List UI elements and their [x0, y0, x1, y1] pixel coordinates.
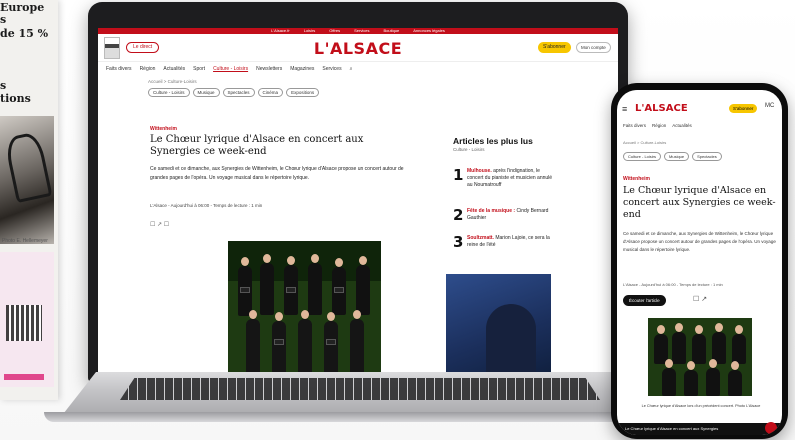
newspaper-photo-credit: Photo E. Hellemeyer: [2, 238, 48, 244]
menu-item[interactable]: Actualités: [163, 63, 185, 75]
menu-item[interactable]: Région: [140, 63, 156, 75]
topic-chip[interactable]: Spectacles: [692, 152, 722, 161]
laptop-keyboard: [120, 378, 600, 400]
singer-figure: [732, 325, 746, 364]
phone-site-logo[interactable]: L'ALSACE: [635, 103, 688, 114]
most-read-item[interactable]: 3 Soultzmatt. Marion Lajoie, ce sera la …: [453, 233, 563, 269]
phone-share-icons[interactable]: ☐ ↗: [693, 295, 707, 303]
topic-chip[interactable]: Spectacles: [222, 88, 255, 97]
article-photo[interactable]: [228, 241, 381, 374]
most-read-text: Soultzmatt. Marion Lajoie, ce sera la re…: [467, 235, 555, 249]
menu-item-active[interactable]: Culture - Loisirs: [213, 63, 248, 75]
share-icons[interactable]: ☐ ↗ ☐: [150, 221, 169, 228]
singer-figure: [728, 361, 742, 396]
menu-item[interactable]: Actualités: [672, 123, 692, 128]
singer-figure: [692, 325, 706, 364]
most-read-text: Mulhouse. après l'indignation, le concer…: [467, 168, 555, 189]
singer-figure: [324, 312, 338, 374]
music-folder: [240, 287, 250, 293]
most-read-kicker: Mulhouse.: [467, 168, 492, 174]
menu-item[interactable]: Services: [322, 63, 341, 75]
menu-item[interactable]: Sport: [193, 63, 205, 75]
listen-button[interactable]: Écouter l'article: [623, 295, 666, 306]
phone-article-rubric[interactable]: Wittenheim: [623, 176, 650, 182]
search-icon[interactable]: ⌕: [350, 63, 353, 75]
most-read-subtitle: Culture - Loisirs: [453, 147, 485, 152]
singer-figure: [356, 256, 370, 315]
most-read-kicker: Soultzmatt.: [467, 235, 494, 241]
menu-item[interactable]: Faits divers: [623, 123, 646, 128]
menu-item[interactable]: Région: [652, 123, 666, 128]
ad-slot[interactable]: [446, 274, 551, 374]
menu-item[interactable]: Newsletters: [256, 63, 282, 75]
newspaper-photo: [0, 116, 54, 244]
newspaper-headline: s: [0, 79, 7, 92]
singer-figure: [672, 323, 686, 364]
most-read-rank: 2: [453, 206, 464, 224]
music-folder: [334, 287, 344, 293]
subscribe-button[interactable]: S'abonner: [538, 42, 571, 53]
phone-photo-caption: Le Chœur lyrique d'Alsace lors d'un préc…: [641, 404, 761, 408]
newspaper-headline: de 15 %: [0, 27, 49, 40]
most-read-title: Articles les plus lus: [453, 136, 533, 146]
singer-figure: [298, 310, 312, 374]
menu-item[interactable]: Faits divers: [106, 63, 132, 75]
topic-chip[interactable]: Culture - Loisirs: [148, 88, 190, 97]
phone-article-photo[interactable]: [648, 318, 752, 396]
newspaper-headline: s: [0, 13, 7, 26]
laptop-lip: [44, 412, 676, 422]
topic-chips: Culture - Loisirs Musique Spectacles Cin…: [148, 88, 320, 97]
singer-figure: [272, 312, 286, 374]
newspaper-print: Europe s de 15 % s tions Photo E. Hellem…: [0, 0, 58, 400]
menu-item[interactable]: Magazines: [290, 63, 314, 75]
singer-figure: [662, 359, 676, 396]
singer-figure: [260, 254, 274, 315]
article-byline: L'Alsace - Aujourd'hui à 06:00 - Temps d…: [150, 203, 263, 208]
phone-article-chapo: Ce samedi et ce dimanche, aux Synergies …: [623, 231, 776, 252]
phone-account-button[interactable]: MC: [765, 103, 774, 109]
most-read-rank: 1: [453, 166, 464, 184]
phone-topic-chips: Culture - Loisirs Musique Spectacles: [623, 152, 722, 161]
phone-bottom-bar[interactable]: Le Chœur lyrique d'Alsace en concert aux…: [617, 423, 782, 435]
most-read-text: Fête de la musique : Cindy Bernard Gauth…: [467, 208, 555, 222]
phone-article-byline: L'Alsace - Aujourd'hui à 06:00 - Temps d…: [623, 282, 723, 287]
site-header: Le direct L'ALSACE S'abonner Mon compte: [98, 34, 618, 62]
singer-figure: [706, 359, 720, 396]
phone-menu: Faits divers Région Actualités: [623, 123, 692, 128]
most-read-kicker: Fête de la musique :: [467, 208, 516, 214]
most-read-rank: 3: [453, 233, 464, 251]
topic-chip[interactable]: Musique: [664, 152, 690, 161]
newspaper-headline: Europe: [0, 1, 45, 14]
qr-code-icon: [6, 305, 42, 341]
music-folder: [326, 339, 336, 345]
newspaper-ad-bar: [4, 374, 44, 380]
phone-breadcrumb[interactable]: Accueil > Culture-Loisirs: [623, 140, 666, 145]
breadcrumb[interactable]: Accueil > Culture-Loisirs: [148, 79, 197, 84]
singer-figure: [350, 310, 364, 374]
notification-icon[interactable]: [765, 422, 777, 434]
singer-figure: [684, 361, 698, 396]
phone-screen: ≡ L'ALSACE S'abonner MC Faits divers Rég…: [617, 90, 782, 435]
phone-subscribe-button[interactable]: S'abonner: [729, 104, 758, 113]
account-button[interactable]: Mon compte: [576, 42, 611, 53]
topic-chip[interactable]: Culture - Loisirs: [623, 152, 662, 161]
mockup-stage: Europe s de 15 % s tions Photo E. Hellem…: [0, 0, 795, 440]
most-read-item[interactable]: 1 Mulhouse. après l'indignation, le conc…: [453, 166, 563, 202]
ad-figure: [486, 304, 536, 374]
singer-figure: [308, 254, 322, 315]
phone-article-title: Le Chœur lyrique d'Alsace en concert aux…: [623, 185, 776, 220]
article-rubric[interactable]: Wittenheim: [150, 126, 177, 132]
music-folder: [274, 339, 284, 345]
laptop-screen: L'Alsace.fr Loisirs Offres Services Bout…: [98, 28, 618, 374]
topic-chip[interactable]: Musique: [192, 88, 220, 97]
singer-figure: [246, 310, 260, 374]
main-menu: Faits divers Région Actualités Sport Cul…: [98, 63, 618, 75]
menu-icon[interactable]: ≡: [622, 104, 627, 114]
music-folder: [286, 287, 296, 293]
article-chapo: Ce samedi et ce dimanche, aux Synergies …: [150, 166, 404, 181]
topic-chip[interactable]: Expositions: [286, 88, 320, 97]
article-title: Le Chœur lyrique d'Alsace en concert aux…: [150, 134, 364, 157]
newspaper-headline: tions: [0, 92, 31, 105]
topic-chip[interactable]: Cinéma: [257, 88, 284, 97]
